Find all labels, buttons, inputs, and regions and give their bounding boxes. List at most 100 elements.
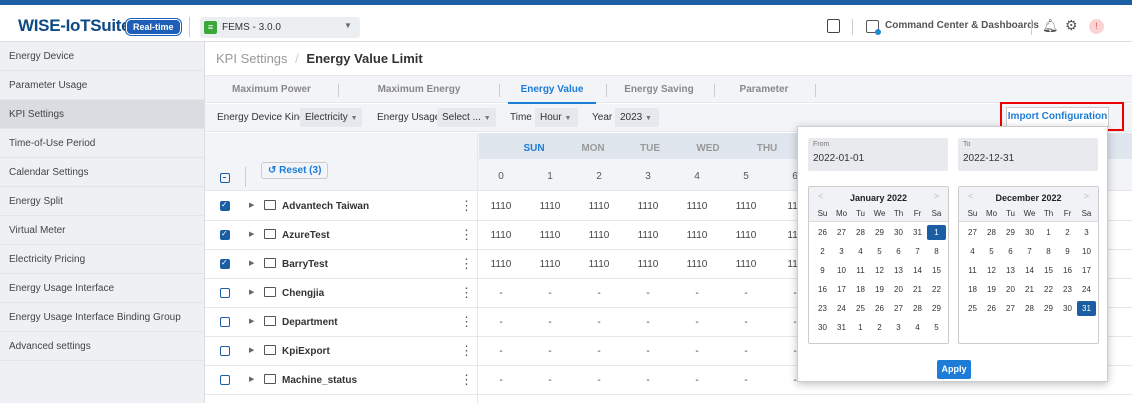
- cell-value[interactable]: 1110: [525, 259, 575, 270]
- calendar-day[interactable]: 25: [963, 301, 982, 316]
- expand-caret-icon[interactable]: ▶: [249, 230, 254, 238]
- calendar-day[interactable]: 24: [832, 301, 851, 316]
- tab-maximum-energy-consumption[interactable]: Maximum Energy Consumption: [350, 76, 488, 122]
- sidebar-item-advanced-settings[interactable]: Advanced settings: [0, 332, 204, 361]
- cell-value[interactable]: 1110: [476, 201, 526, 212]
- calendar-day[interactable]: 31: [908, 225, 927, 240]
- calendar-day[interactable]: 17: [1077, 263, 1096, 278]
- row-checkbox[interactable]: [220, 375, 230, 385]
- sidebar-item-calendar-settings[interactable]: Calendar Settings: [0, 158, 204, 187]
- cell-value[interactable]: -: [623, 375, 673, 386]
- cell-value[interactable]: 1110: [574, 201, 624, 212]
- calendar-day[interactable]: 20: [889, 282, 908, 297]
- calendar-day[interactable]: 28: [982, 225, 1001, 240]
- cell-value[interactable]: 1110: [525, 201, 575, 212]
- calendar-day[interactable]: 27: [1001, 301, 1020, 316]
- calendar-day[interactable]: 22: [927, 282, 946, 297]
- more-options-icon[interactable]: ⋮: [460, 198, 473, 214]
- calendar-day[interactable]: 27: [889, 301, 908, 316]
- calendar-day[interactable]: 17: [832, 282, 851, 297]
- more-options-icon[interactable]: ⋮: [460, 314, 473, 330]
- calendar-day[interactable]: 19: [870, 282, 889, 297]
- row-checkbox[interactable]: [220, 258, 230, 269]
- calendar-day[interactable]: 3: [832, 244, 851, 259]
- cell-value[interactable]: -: [574, 375, 624, 386]
- tab-energy-value-limit[interactable]: Energy Value Limit: [508, 76, 596, 122]
- cart-icon[interactable]: [827, 19, 840, 33]
- expand-caret-icon[interactable]: ▶: [249, 201, 254, 209]
- calendar-day[interactable]: 7: [1020, 244, 1039, 259]
- apply-button[interactable]: Apply: [937, 360, 971, 379]
- calendar-day[interactable]: 27: [963, 225, 982, 240]
- row-checkbox[interactable]: [220, 229, 230, 240]
- cell-value[interactable]: -: [672, 375, 722, 386]
- calendar-day[interactable]: 18: [851, 282, 870, 297]
- cell-value[interactable]: 1110: [672, 201, 722, 212]
- calendar-day[interactable]: 31: [832, 320, 851, 335]
- to-date-field[interactable]: To 2022-12-31: [958, 138, 1098, 171]
- cell-value[interactable]: 1110: [672, 230, 722, 241]
- expand-caret-icon[interactable]: ▶: [249, 346, 254, 354]
- calendar-day[interactable]: 28: [1020, 301, 1039, 316]
- calendar-day[interactable]: 1: [851, 320, 870, 335]
- cell-value[interactable]: -: [525, 317, 575, 328]
- cell-value[interactable]: -: [476, 375, 526, 386]
- calendar-day[interactable]: 29: [927, 301, 946, 316]
- cell-value[interactable]: 1110: [623, 259, 673, 270]
- cell-value[interactable]: -: [721, 375, 771, 386]
- calendar-day[interactable]: 12: [982, 263, 1001, 278]
- cell-value[interactable]: -: [721, 346, 771, 357]
- tab-maximum-power-demand[interactable]: Maximum Power Demand: [215, 76, 328, 122]
- calendar-day[interactable]: 8: [1039, 244, 1058, 259]
- calendar-day[interactable]: 30: [889, 225, 908, 240]
- cell-value[interactable]: -: [672, 346, 722, 357]
- calendar-day[interactable]: 20: [1001, 282, 1020, 297]
- gear-icon[interactable]: ⚙: [1065, 17, 1078, 34]
- from-date-field[interactable]: From 2022-01-01: [808, 138, 948, 171]
- calendar-day[interactable]: 29: [1039, 301, 1058, 316]
- sidebar-item-parameter-usage[interactable]: Parameter Usage: [0, 71, 204, 100]
- year-select[interactable]: 2023 ▼: [615, 108, 659, 127]
- next-month-icon[interactable]: >: [1084, 191, 1089, 201]
- calendar-day[interactable]: 1: [1039, 225, 1058, 240]
- calendar-day[interactable]: 21: [1020, 282, 1039, 297]
- cell-value[interactable]: -: [574, 346, 624, 357]
- calendar-day[interactable]: 5: [927, 320, 946, 335]
- cell-value[interactable]: -: [476, 346, 526, 357]
- calendar-day[interactable]: 19: [982, 282, 1001, 297]
- cell-value[interactable]: -: [574, 288, 624, 299]
- calendar-day[interactable]: 10: [1077, 244, 1096, 259]
- calendar-day[interactable]: 7: [908, 244, 927, 259]
- expand-caret-icon[interactable]: ▶: [249, 375, 254, 383]
- calendar-day[interactable]: 4: [963, 244, 982, 259]
- calendar-day[interactable]: 28: [851, 225, 870, 240]
- calendar-day[interactable]: 2: [813, 244, 832, 259]
- calendar-day[interactable]: 29: [870, 225, 889, 240]
- calendar-day[interactable]: 15: [1039, 263, 1058, 278]
- calendar-day[interactable]: 23: [813, 301, 832, 316]
- command-center-link[interactable]: Command Center & Dashboards: [885, 20, 1039, 31]
- cell-value[interactable]: 1110: [672, 259, 722, 270]
- cell-value[interactable]: 1110: [623, 201, 673, 212]
- calendar-day[interactable]: 8: [927, 244, 946, 259]
- calendar-day[interactable]: 3: [889, 320, 908, 335]
- time-select[interactable]: Hour ▼: [535, 108, 578, 127]
- calendar-day[interactable]: 1: [927, 225, 946, 240]
- sidebar-item-time-of-use-period[interactable]: Time-of-Use Period: [0, 129, 204, 158]
- expand-caret-icon[interactable]: ▶: [249, 317, 254, 325]
- import-configuration-button[interactable]: Import Configuration: [1006, 107, 1109, 127]
- calendar-day[interactable]: 4: [851, 244, 870, 259]
- calendar-day[interactable]: 31: [1077, 301, 1096, 316]
- calendar-day[interactable]: 22: [1039, 282, 1058, 297]
- calendar-day[interactable]: 30: [1020, 225, 1039, 240]
- row-checkbox[interactable]: [220, 346, 230, 356]
- calendar-day[interactable]: 11: [963, 263, 982, 278]
- cell-value[interactable]: 1110: [721, 259, 771, 270]
- cell-value[interactable]: -: [525, 346, 575, 357]
- calendar-day[interactable]: 27: [832, 225, 851, 240]
- calendar-day[interactable]: 24: [1077, 282, 1096, 297]
- cell-value[interactable]: -: [574, 317, 624, 328]
- cell-value[interactable]: 1110: [476, 230, 526, 241]
- calendar-day[interactable]: 11: [851, 263, 870, 278]
- more-options-icon[interactable]: ⋮: [460, 227, 473, 243]
